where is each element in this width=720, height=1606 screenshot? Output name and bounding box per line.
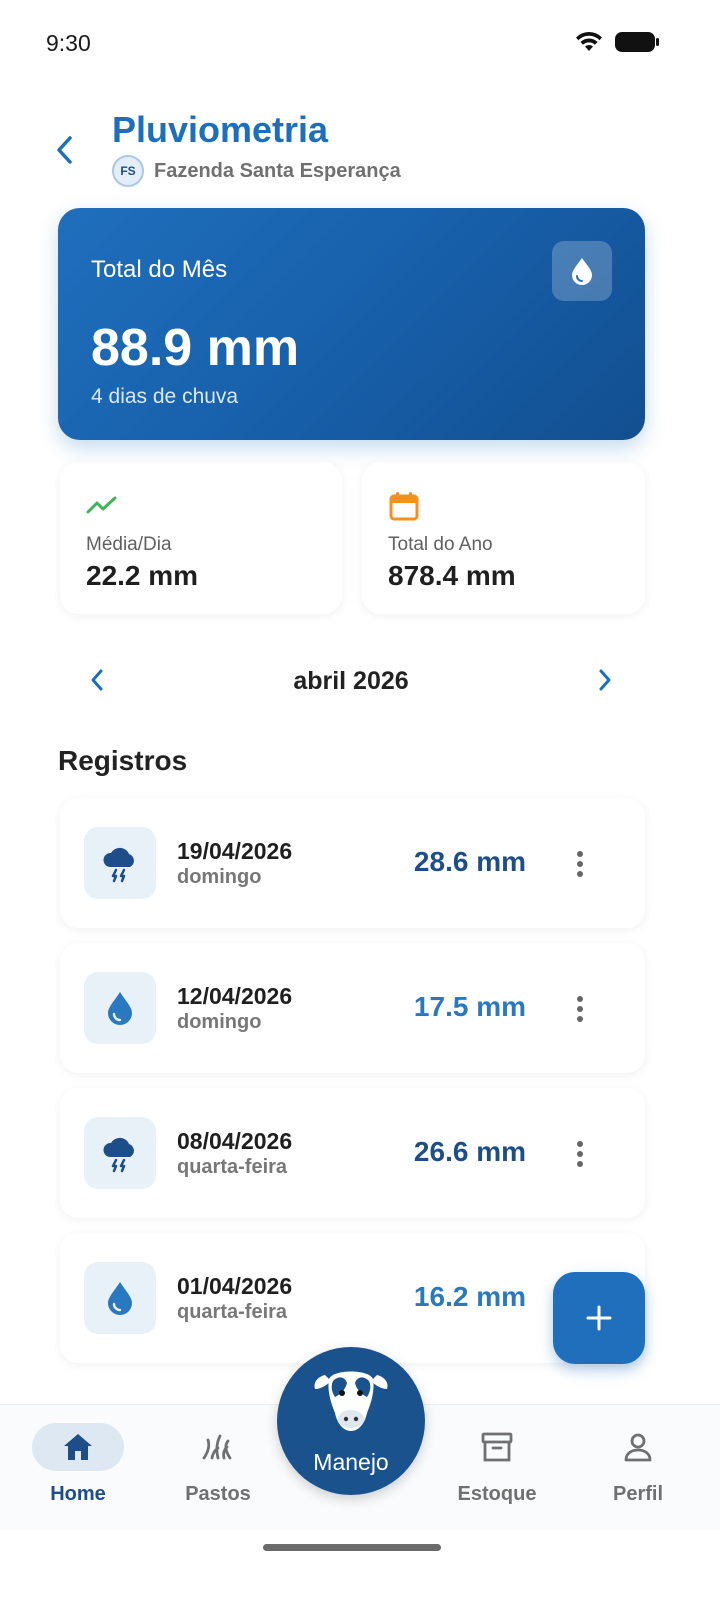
chevron-left-icon xyxy=(57,136,72,164)
water-drop-icon xyxy=(108,992,132,1025)
nav-estoque-label: Estoque xyxy=(457,1483,537,1505)
dot-icon xyxy=(577,1141,583,1147)
calendar-icon xyxy=(389,492,419,521)
record-amount: 26.6 mm xyxy=(413,1136,526,1167)
battery-icon xyxy=(615,32,659,52)
more-options-button[interactable] xyxy=(570,848,590,880)
back-button[interactable] xyxy=(48,133,82,167)
nav-pastos-label: Pastos xyxy=(185,1483,251,1505)
trending-up-icon xyxy=(86,496,117,514)
rain-days-count: 4 dias de chuva xyxy=(91,385,239,408)
archive-icon xyxy=(481,1432,513,1462)
record-item[interactable]: 08/04/2026 quarta-feira 26.6 mm xyxy=(60,1088,645,1218)
record-icon-box xyxy=(84,1117,156,1189)
storm-cloud-icon xyxy=(103,1137,134,1173)
record-amount: 16.2 mm xyxy=(413,1281,526,1312)
record-date: 12/04/2026 xyxy=(177,983,293,1009)
home-icon xyxy=(64,1434,92,1460)
status-bar: 9:30 xyxy=(0,0,720,90)
record-weekday: quarta-feira xyxy=(177,1156,288,1178)
record-item[interactable]: 19/04/2026 domingo 28.6 mm xyxy=(60,798,645,928)
year-total-label: Total do Ano xyxy=(388,534,493,555)
manejo-button[interactable]: Manejo xyxy=(277,1347,425,1495)
daily-average-value: 22.2 mm xyxy=(86,560,199,591)
farm-avatar: FS xyxy=(112,155,144,187)
records-section-title: Registros xyxy=(58,745,188,776)
nav-home-label: Home xyxy=(50,1483,106,1505)
month-total-value: 88.9 mm xyxy=(91,319,300,377)
record-date: 01/04/2026 xyxy=(177,1273,293,1299)
home-indicator xyxy=(263,1544,441,1551)
record-weekday: domingo xyxy=(177,1011,262,1033)
dot-icon xyxy=(577,871,583,877)
next-month-button[interactable] xyxy=(590,665,620,695)
status-time: 9:30 xyxy=(46,30,91,56)
nav-pastos[interactable]: Pastos xyxy=(158,1423,278,1506)
manejo-label: Manejo xyxy=(313,1449,389,1475)
add-record-button[interactable] xyxy=(553,1272,645,1364)
month-drop-badge xyxy=(552,241,612,301)
more-options-button[interactable] xyxy=(570,1138,590,1170)
month-total-label: Total do Mês xyxy=(91,256,228,283)
storm-cloud-icon xyxy=(103,847,134,883)
dot-icon xyxy=(577,851,583,857)
dot-icon xyxy=(577,1151,583,1157)
wifi-icon xyxy=(576,31,602,51)
record-date: 08/04/2026 xyxy=(177,1128,293,1154)
nav-perfil-indicator xyxy=(592,1423,684,1471)
dot-icon xyxy=(577,996,583,1002)
year-total-card: Total do Ano 878.4 mm xyxy=(362,462,645,614)
dot-icon xyxy=(577,1161,583,1167)
page-title: Pluviometria xyxy=(112,109,329,150)
record-icon-box xyxy=(84,1262,156,1334)
daily-average-card: Média/Dia 22.2 mm xyxy=(60,462,342,614)
record-weekday: quarta-feira xyxy=(177,1301,288,1323)
month-total-card: Total do Mês 88.9 mm 4 dias de chuva xyxy=(58,208,645,440)
record-icon-box xyxy=(84,827,156,899)
nav-estoque-indicator xyxy=(451,1423,543,1471)
dot-icon xyxy=(577,1016,583,1022)
more-options-button[interactable] xyxy=(570,993,590,1025)
status-icons xyxy=(574,30,660,54)
cow-icon xyxy=(314,1371,388,1431)
header: Pluviometria FS Fazenda Santa Esperança xyxy=(0,105,720,195)
water-drop-icon xyxy=(572,258,592,285)
record-date: 19/04/2026 xyxy=(177,838,293,864)
record-amount: 28.6 mm xyxy=(413,846,526,877)
nav-home[interactable]: Home xyxy=(18,1423,138,1506)
record-amount: 17.5 mm xyxy=(413,991,526,1022)
month-navigator: abril 2026 xyxy=(0,655,720,707)
record-weekday: domingo xyxy=(177,866,262,888)
dot-icon xyxy=(577,861,583,867)
year-total-value: 878.4 mm xyxy=(388,560,516,591)
nav-perfil-label: Perfil xyxy=(612,1483,664,1505)
nav-estoque[interactable]: Estoque xyxy=(437,1423,557,1506)
grass-icon xyxy=(202,1434,232,1460)
water-drop-icon xyxy=(108,1282,132,1315)
nav-pastos-indicator xyxy=(172,1423,264,1471)
record-icon-box xyxy=(84,972,156,1044)
chevron-right-icon xyxy=(599,669,611,691)
daily-average-label: Média/Dia xyxy=(86,534,172,555)
nav-perfil[interactable]: Perfil xyxy=(578,1423,698,1506)
farm-name: Fazenda Santa Esperança xyxy=(154,159,401,182)
dot-icon xyxy=(577,1006,583,1012)
person-icon xyxy=(624,1433,652,1462)
farm-selector[interactable]: FS Fazenda Santa Esperança xyxy=(112,155,401,187)
record-item[interactable]: 12/04/2026 domingo 17.5 mm xyxy=(60,943,645,1073)
plus-icon xyxy=(586,1305,612,1331)
nav-home-indicator xyxy=(32,1423,124,1471)
